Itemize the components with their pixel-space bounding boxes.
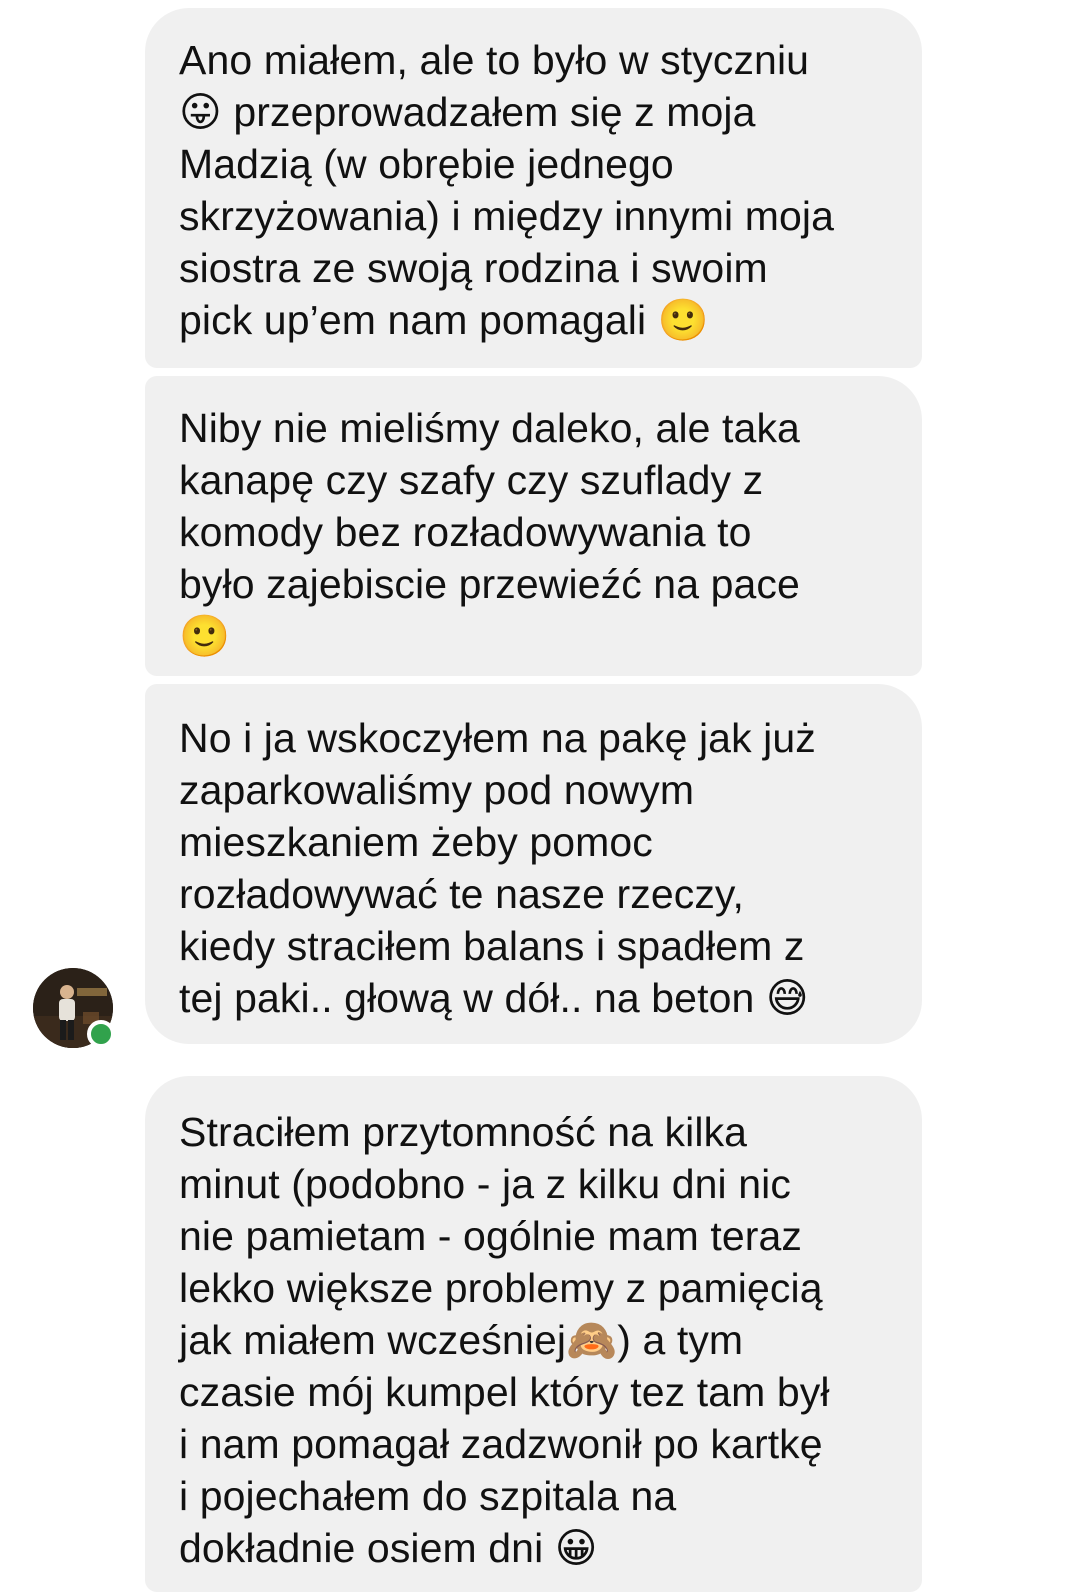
message-line: minut (podobno - ja z kilku dni nic — [179, 1161, 791, 1207]
message-line: kiedy straciłem balans i spadłem z — [179, 923, 805, 969]
message-line: lekko większe problemy z pamięcią — [179, 1265, 823, 1311]
message-line: siostra ze swoją rodzina i swoim — [179, 245, 768, 291]
message-line: jak miałem wcześniej🙈) a tym — [179, 1317, 744, 1363]
message-line: czasie mój kumpel który tez tam był — [179, 1369, 830, 1415]
message-line: mieszkaniem żeby pomoc — [179, 819, 653, 865]
message-line: nie pamietam - ogólnie mam teraz — [179, 1213, 803, 1259]
message-line: komody bez rozładowywania to — [179, 509, 752, 555]
message-line: 😛 przeprowadzałem się z moja — [179, 89, 756, 135]
message-line: dokładnie osiem dni 😀 — [179, 1525, 598, 1571]
online-status-indicator — [87, 1020, 115, 1048]
message-line: pick up’em nam pomagali 🙂 — [179, 297, 709, 343]
message-line: i nam pomagał zadzwonił po kartkę — [179, 1421, 823, 1467]
message-line: 🙂 — [179, 613, 231, 659]
message-bubble[interactable]: Niby nie mieliśmy daleko, ale taka kanap… — [145, 376, 922, 676]
message-line: zaparkowaliśmy pod nowym — [179, 767, 695, 813]
message-bubble[interactable]: Ano miałem, ale to było w styczniu 😛 prz… — [145, 8, 922, 368]
message-thread: Ano miałem, ale to było w styczniu 😛 prz… — [0, 0, 1080, 1592]
message-line: skrzyżowania) i między innymi moja — [179, 193, 835, 239]
message-line: Niby nie mieliśmy daleko, ale taka — [179, 405, 800, 451]
message-line: No i ja wskoczyłem na pakę jak już — [179, 715, 816, 761]
message-line: rozładowywać te nasze rzeczy, — [179, 871, 744, 917]
message-line: Ano miałem, ale to było w styczniu — [179, 37, 810, 83]
message-bubble[interactable]: Straciłem przytomność na kilka minut (po… — [145, 1076, 922, 1592]
message-line: Straciłem przytomność na kilka — [179, 1109, 748, 1155]
message-bubble[interactable]: No i ja wskoczyłem na pakę jak już zapar… — [145, 684, 922, 1044]
message-line: kanapę czy szafy czy szuflady z — [179, 457, 764, 503]
message-line: tej paki.. głową w dół.. na beton 😅 — [179, 975, 809, 1021]
message-line: i pojechałem do szpitala na — [179, 1473, 677, 1519]
message-line: Madzią (w obrębie jednego — [179, 141, 674, 187]
message-line: było zajebiscie przewieźć na pace — [179, 561, 800, 607]
